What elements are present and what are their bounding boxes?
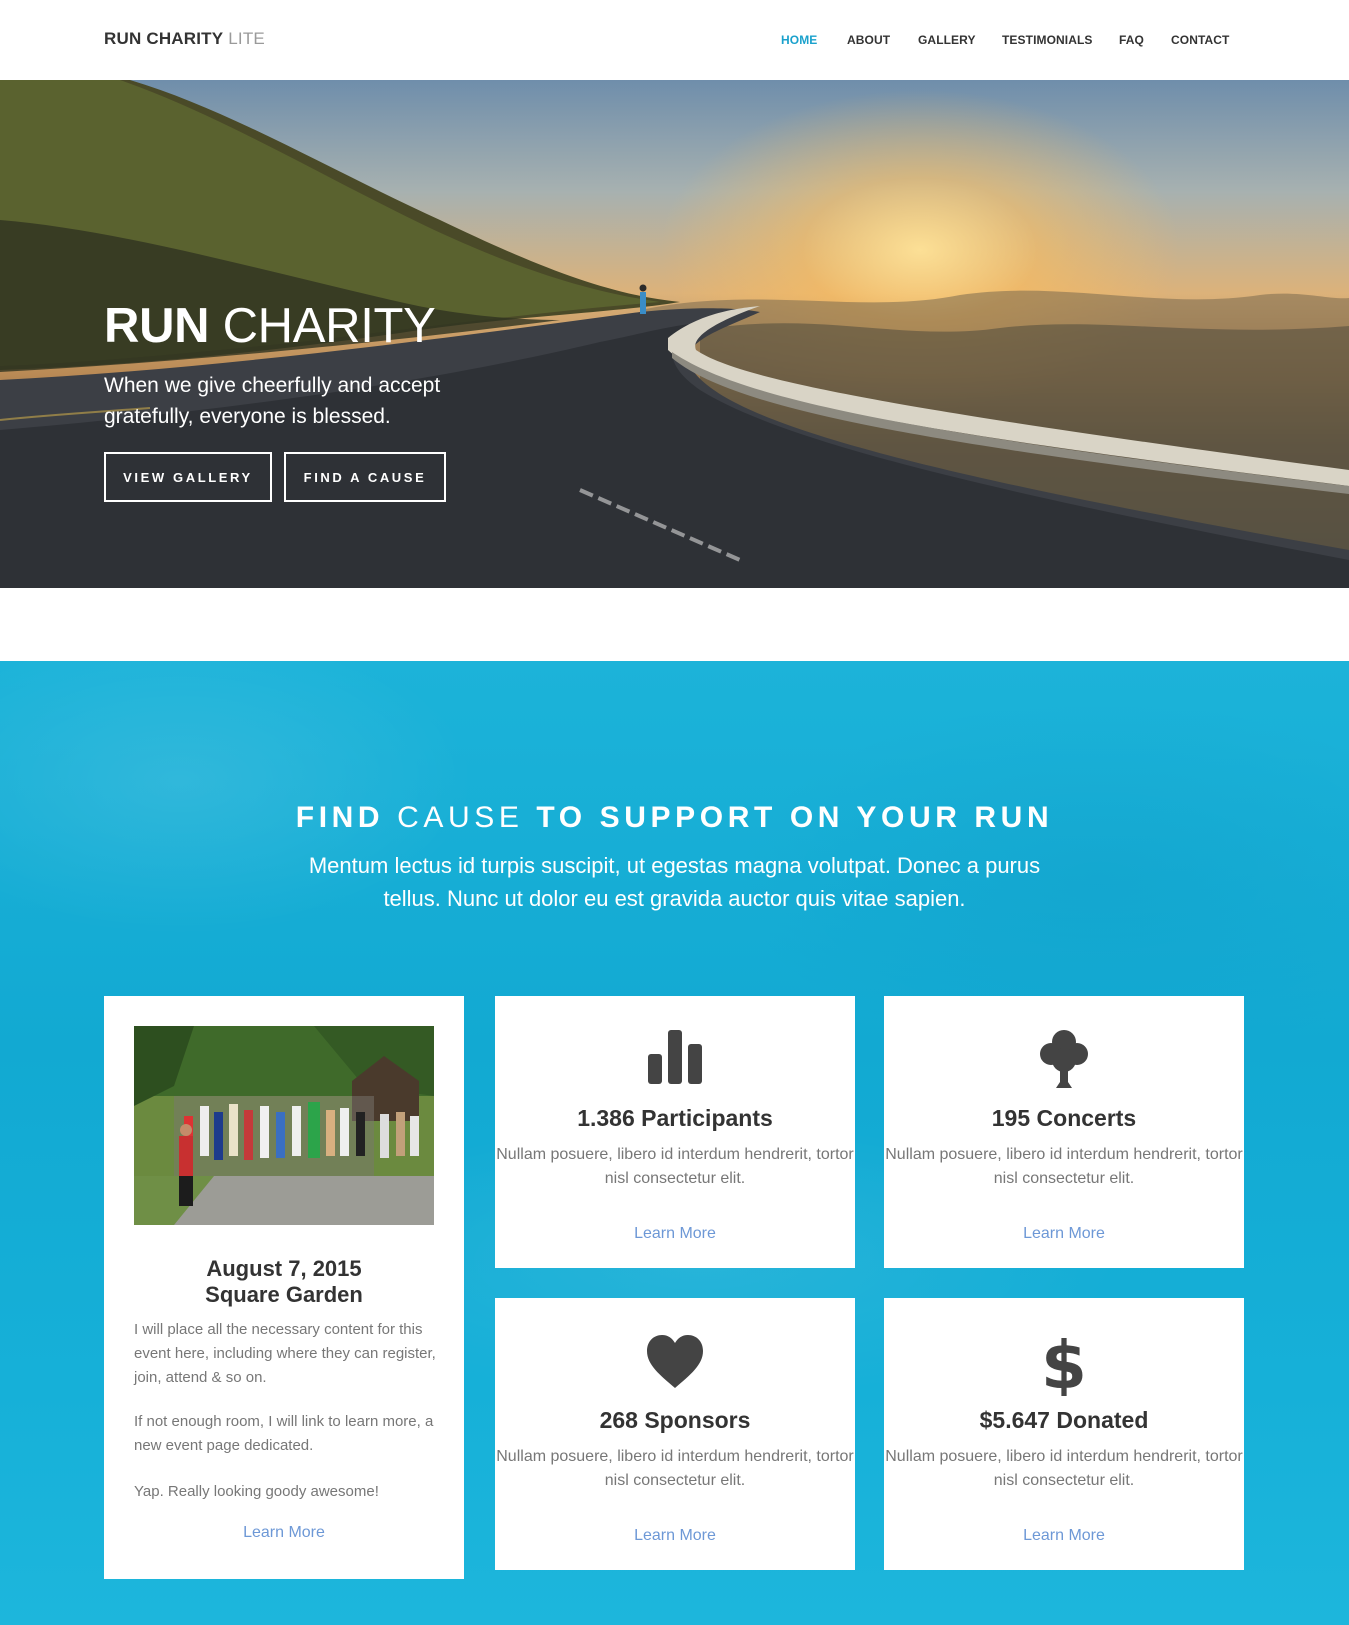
hero-title-light: CHARITY	[222, 299, 436, 353]
stat-card-sponsors: 268 Sponsors Nullam posuere, libero id i…	[495, 1298, 855, 1570]
view-gallery-button[interactable]: VIEW GALLERY	[104, 452, 272, 502]
cause-heading-bold-2: TO SUPPORT ON YOUR RUN	[536, 801, 1054, 834]
stat-learn-more-link[interactable]: Learn More	[495, 1527, 855, 1545]
hero-banner: RUN CHARITY When we give cheerfully and …	[0, 80, 1349, 588]
nav-gallery[interactable]: GALLERY	[918, 33, 976, 47]
hero-title-bold: RUN	[104, 299, 210, 353]
stat-description: Nullam posuere, libero id interdum hendr…	[885, 1448, 1243, 1489]
tree-icon	[884, 1028, 1244, 1090]
logo-light: LITE	[228, 29, 265, 48]
find-a-cause-button[interactable]: FIND A CAUSE	[284, 452, 446, 502]
stat-learn-more-link[interactable]: Learn More	[495, 1225, 855, 1243]
stat-title: 1.386 Participants	[577, 1105, 773, 1131]
event-place: Square Garden	[205, 1282, 363, 1307]
logo-bold: RUN CHARITY	[104, 29, 224, 48]
stat-learn-more-link[interactable]: Learn More	[884, 1527, 1244, 1545]
cause-subtitle: Mentum lectus id turpis suscipit, ut ege…	[308, 853, 1041, 911]
site-logo[interactable]: RUN CHARITY LITE	[104, 29, 265, 49]
event-date: August 7, 2015	[206, 1256, 362, 1281]
stat-title: 268 Sponsors	[599, 1407, 751, 1433]
bar-chart-icon	[495, 1028, 855, 1090]
heart-icon	[495, 1330, 855, 1392]
cause-heading-bold-1: FIND	[295, 801, 385, 834]
cause-heading: FIND CAUSE TO SUPPORT ON YOUR RUN	[0, 801, 1349, 835]
stat-description: Nullam posuere, libero id interdum hendr…	[885, 1146, 1243, 1187]
nav-about[interactable]: ABOUT	[847, 33, 890, 47]
hero-subtitle: When we give cheerfully and accept grate…	[104, 374, 441, 428]
event-paragraph: I will place all the necessary content f…	[134, 1321, 436, 1386]
event-photo	[134, 1026, 434, 1225]
nav-contact[interactable]: CONTACT	[1171, 33, 1229, 47]
stat-card-participants: 1.386 Participants Nullam posuere, liber…	[495, 996, 855, 1268]
stat-title: $5.647 Donated	[979, 1407, 1149, 1433]
event-crowd-image	[134, 1026, 434, 1225]
dollar-icon: $	[884, 1330, 1244, 1396]
stat-title: 195 Concerts	[991, 1105, 1137, 1131]
stat-learn-more-link[interactable]: Learn More	[884, 1225, 1244, 1243]
event-card: August 7, 2015 Square Garden I will plac…	[104, 996, 464, 1579]
hero-title: RUN CHARITY	[104, 298, 436, 354]
svg-text:$: $	[1042, 1330, 1086, 1396]
event-paragraph: If not enough room, I will link to learn…	[134, 1413, 434, 1454]
nav-home[interactable]: HOME	[781, 33, 817, 47]
event-learn-more-link[interactable]: Learn More	[104, 1524, 464, 1542]
stat-card-donated: $ $5.647 Donated Nullam posuere, libero …	[884, 1298, 1244, 1570]
event-paragraph: Yap. Really looking goody awesome!	[134, 1483, 379, 1500]
site-header: RUN CHARITY LITE HOME ABOUT GALLERY TEST…	[0, 0, 1349, 80]
nav-faq[interactable]: FAQ	[1119, 33, 1144, 47]
nav-testimonials[interactable]: TESTIMONIALS	[1002, 33, 1093, 47]
stat-card-concerts: 195 Concerts Nullam posuere, libero id i…	[884, 996, 1244, 1268]
cause-section: FIND CAUSE TO SUPPORT ON YOUR RUN Mentum…	[0, 661, 1349, 1625]
cause-heading-light: CAUSE	[397, 801, 524, 834]
stat-description: Nullam posuere, libero id interdum hendr…	[496, 1146, 854, 1187]
stat-description: Nullam posuere, libero id interdum hendr…	[496, 1448, 854, 1489]
